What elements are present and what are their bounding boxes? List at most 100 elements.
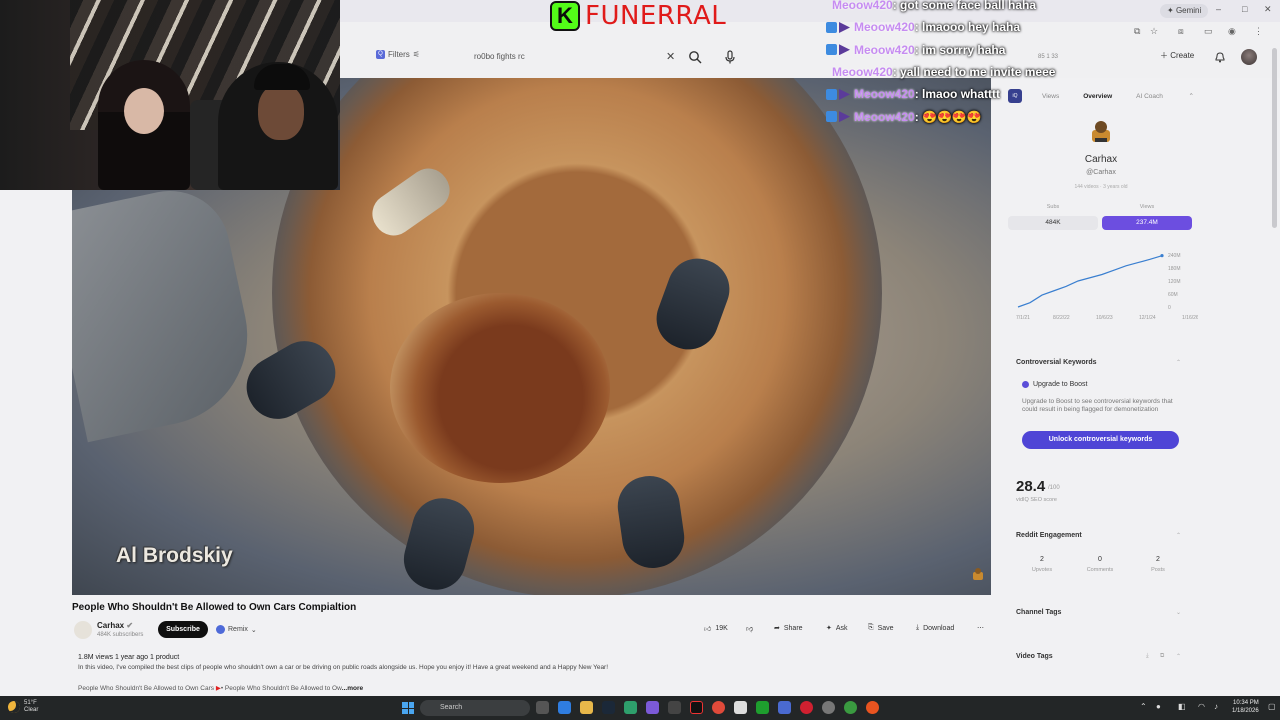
app-icon[interactable] [778, 701, 791, 714]
tray-app-icon[interactable]: ● [1156, 702, 1161, 711]
like-button[interactable]: 👍︎ 19K [704, 624, 728, 633]
dislike-button[interactable]: 👎︎ [746, 624, 753, 633]
badge-icon [839, 88, 850, 100]
expand-chevron-icon[interactable]: ⌄ [1176, 609, 1181, 616]
search-input[interactable]: ro0bo fights rc [466, 47, 684, 67]
tab-overview[interactable]: Overview [1083, 93, 1112, 100]
windows-taskbar: 51°F Clear Search ⌃ ● ◧ ◠ ♪ 10:34 PM 1/18/… [0, 696, 1280, 720]
taskbar-clock[interactable]: 10:34 PM 1/18/2026 [1232, 699, 1259, 715]
reddit-section-title: Reddit Engagement [1016, 532, 1082, 539]
x-tick-label: 12/1/24 [1139, 315, 1156, 321]
vidiq-logo-icon: iQ [1008, 89, 1022, 103]
microphone-icon[interactable] [724, 50, 736, 64]
start-button[interactable] [402, 702, 414, 714]
extension-icon[interactable]: ⧉ [1134, 26, 1140, 37]
download-icon[interactable]: ⤓ [1146, 653, 1149, 660]
notifications-bell-icon[interactable] [1214, 51, 1226, 63]
download-button[interactable]: ⤓ Download [916, 624, 954, 632]
collapse-chevron-icon[interactable]: ⌃ [1176, 653, 1181, 660]
menu-kebab-icon[interactable]: ⋮ [1254, 26, 1263, 37]
chat-username: Meoow420 [854, 42, 915, 57]
collapse-chevron-icon[interactable]: ⌃ [1176, 359, 1181, 366]
channel-name[interactable]: Carhax ✔ [97, 621, 133, 630]
notifications-icon[interactable]: ▢ [1268, 702, 1276, 711]
maximize-button[interactable]: □ [1242, 4, 1247, 14]
reddit-upvotes-value: 2 [1040, 556, 1044, 563]
collapse-chevron-icon[interactable]: ⌃ [1176, 532, 1181, 539]
description-preview: People Who Shouldn't Be Allowed to Own C… [78, 684, 363, 692]
more-actions-icon[interactable]: ⋯ [977, 624, 984, 632]
chat-message: Meoow420 : lmaoo whatttt [826, 83, 1026, 105]
steam-icon[interactable] [602, 701, 615, 714]
channel-watermark-icon[interactable] [970, 566, 986, 582]
chat-text: : lmaoo whatttt [914, 87, 1001, 102]
show-more-link[interactable]: ...more [342, 685, 363, 692]
tiktok-icon[interactable] [690, 701, 703, 714]
x-tick-label: 8/22/22 [1053, 315, 1070, 321]
profile-icon[interactable]: ◉ [1228, 26, 1236, 37]
description-box[interactable]: 1.8M views 1 year ago 1 product In this … [72, 648, 991, 696]
page-scrollbar[interactable] [1272, 48, 1277, 228]
clear-search-icon[interactable]: ✕ [666, 50, 675, 63]
chat-username: Meoow420 [854, 20, 915, 35]
wheel-hub-image [390, 293, 610, 483]
remix-label: Remix [228, 626, 248, 633]
account-avatar[interactable] [1241, 49, 1257, 65]
volume-icon[interactable]: ♪ [1214, 702, 1218, 711]
taskbar-search[interactable]: Search [420, 700, 530, 716]
subs-toggle[interactable]: 484K [1008, 216, 1098, 230]
app-icon[interactable] [668, 701, 681, 714]
share-button[interactable]: ➦ Share [774, 624, 803, 633]
channel-name-text: Carhax [97, 621, 125, 630]
chrome-icon[interactable] [712, 701, 725, 714]
save-button[interactable]: ⎘ Save [868, 624, 894, 632]
description-preview-text-2: • People Who Shouldn't Be Allowed to Ow [220, 685, 342, 692]
keywords-section-title: Controversial Keywords [1016, 359, 1097, 366]
clock-date: 1/18/2026 [1232, 708, 1259, 714]
opera-icon[interactable] [800, 701, 813, 714]
wifi-icon[interactable]: ◠ [1198, 702, 1205, 711]
remix-icon [216, 625, 225, 634]
weather-condition: Clear [24, 707, 39, 713]
reddit-posts-label: Posts [1151, 567, 1165, 573]
chrome-icon[interactable] [844, 701, 857, 714]
create-button[interactable]: ＋ Create [1160, 50, 1194, 61]
video-title: People Who Shouldn't Be Allowed to Own C… [72, 602, 357, 613]
tab-ai-coach[interactable]: AI Coach [1136, 93, 1163, 100]
chat-text: : got some face ball haha [892, 0, 1037, 13]
stream-title-overlay: K FUNERRAL [550, 0, 726, 32]
search-icon[interactable] [688, 50, 702, 64]
edge-icon[interactable] [558, 701, 571, 714]
subscribe-button[interactable]: Subscribe [158, 621, 208, 638]
network-icon[interactable]: ◧ [1178, 702, 1186, 711]
sidebar-icon[interactable]: ▭ [1204, 26, 1213, 37]
app-icon[interactable] [866, 701, 879, 714]
task-view-icon[interactable] [536, 701, 549, 714]
seo-score-label: vidIQ SEO score [1016, 497, 1057, 503]
xbox-icon[interactable] [756, 701, 769, 714]
tab-views[interactable]: Views [1042, 93, 1059, 100]
ask-button[interactable]: ✦ Ask [826, 624, 848, 633]
extensions-puzzle-icon[interactable]: ⧈ [1178, 26, 1184, 37]
minimize-button[interactable]: – [1216, 4, 1221, 14]
description-text: In this video, I've compiled the best cl… [78, 664, 609, 671]
filters-button[interactable]: Q Filters ⚟ [376, 50, 420, 59]
seo-score: 28.4 [1016, 478, 1046, 495]
copy-icon[interactable]: ⧉ [1160, 653, 1164, 660]
views-toggle[interactable]: 237.4M [1102, 216, 1192, 230]
channel-avatar[interactable] [74, 621, 92, 639]
discord-icon[interactable] [646, 701, 659, 714]
file-explorer-icon[interactable] [580, 701, 593, 714]
weather-widget[interactable]: 51°F Clear [8, 700, 38, 714]
notepad-icon[interactable] [734, 701, 747, 714]
bookmark-star-icon[interactable]: ☆ [1150, 26, 1158, 37]
collapse-chevron-icon[interactable]: ⌃ [1189, 92, 1194, 100]
close-window-button[interactable]: ✕ [1264, 4, 1272, 15]
unlock-keywords-button[interactable]: Unlock controversial keywords [1022, 431, 1179, 449]
gemini-button[interactable]: ✦ Gemini [1160, 4, 1209, 18]
settings-gear-icon[interactable] [822, 701, 835, 714]
remix-button[interactable]: Remix ⌄ [216, 625, 257, 634]
tray-overflow-icon[interactable]: ⌃ [1140, 702, 1147, 711]
app-icon[interactable] [624, 701, 637, 714]
chat-username: Meoow420 [832, 0, 893, 13]
